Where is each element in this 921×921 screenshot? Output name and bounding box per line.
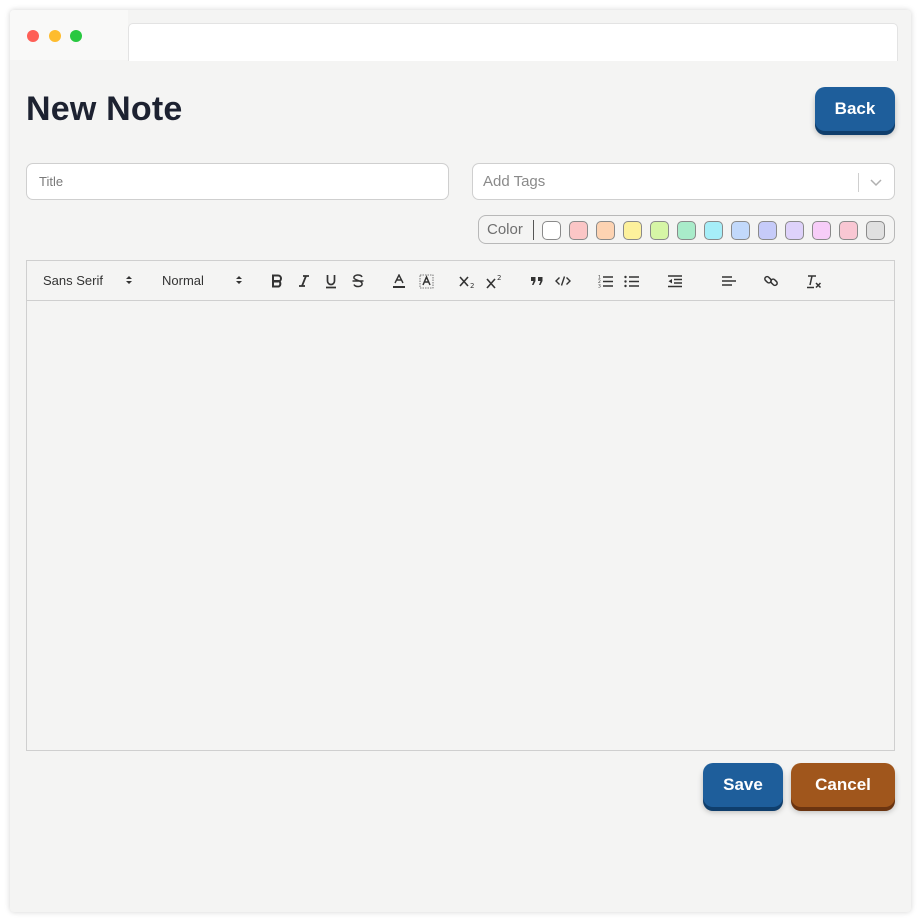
cancel-button[interactable]: Cancel [791,763,895,807]
link-icon[interactable] [763,271,779,291]
align-icon[interactable] [721,271,737,291]
back-button[interactable]: Back [815,87,895,131]
maximize-window-dot[interactable] [70,30,82,42]
italic-icon[interactable] [297,271,311,291]
strike-icon[interactable] [351,271,365,291]
color-swatch[interactable] [704,221,723,240]
tags-placeholder: Add Tags [483,173,546,190]
svg-text:3: 3 [598,284,601,289]
color-swatch[interactable] [812,221,831,240]
minimize-window-dot[interactable] [49,30,61,42]
background-color-icon[interactable] [418,271,434,291]
color-swatch[interactable] [785,221,804,240]
ordered-list-icon[interactable]: 123 [598,271,614,291]
svg-text:2: 2 [497,274,501,282]
rich-text-editor: Sans Serif Normal 2 2 1 2 3 [26,260,895,751]
code-block-icon[interactable] [555,271,571,291]
subscript-icon[interactable]: 2 [459,271,477,291]
clean-format-icon[interactable] [806,271,822,291]
editor-content-area[interactable] [27,301,894,750]
tags-separator [858,173,859,192]
bullet-list-icon[interactable] [624,271,640,291]
font-family-select[interactable]: Sans Serif [43,273,103,288]
underline-icon[interactable] [324,271,338,291]
save-button[interactable]: Save [703,763,783,807]
title-input[interactable] [26,163,449,200]
page-title: New Note [26,90,183,128]
color-swatch[interactable] [839,221,858,240]
chevron-down-icon[interactable] [868,173,884,191]
bold-icon[interactable] [270,271,284,291]
svg-text:2: 2 [470,282,474,289]
text-color-icon[interactable] [392,271,406,291]
app-window: New Note Back Add Tags Color Sans Serif … [10,10,911,912]
color-swatch[interactable] [866,221,885,240]
color-swatch[interactable] [623,221,642,240]
color-swatch[interactable] [596,221,615,240]
blockquote-icon[interactable] [530,271,544,291]
font-size-value: Normal [162,273,204,288]
font-size-select[interactable]: Normal [162,273,204,288]
editor-toolbar: Sans Serif Normal 2 2 1 2 3 [27,261,894,301]
color-picker: Color [478,215,895,244]
color-swatch[interactable] [569,221,588,240]
browser-tab-strip [128,23,898,61]
color-swatch[interactable] [542,221,561,240]
superscript-icon[interactable]: 2 [486,271,504,291]
color-swatch[interactable] [731,221,750,240]
tags-select[interactable]: Add Tags [472,163,895,200]
font-family-value: Sans Serif [43,273,103,288]
close-window-dot[interactable] [27,30,39,42]
font-size-arrows-icon [235,274,243,286]
color-label: Color [487,221,523,238]
color-swatch[interactable] [650,221,669,240]
color-swatch[interactable] [758,221,777,240]
title-bar [10,10,911,62]
outdent-icon[interactable] [667,271,683,291]
color-swatch[interactable] [677,221,696,240]
font-family-arrows-icon [125,274,133,286]
color-divider [533,220,534,240]
